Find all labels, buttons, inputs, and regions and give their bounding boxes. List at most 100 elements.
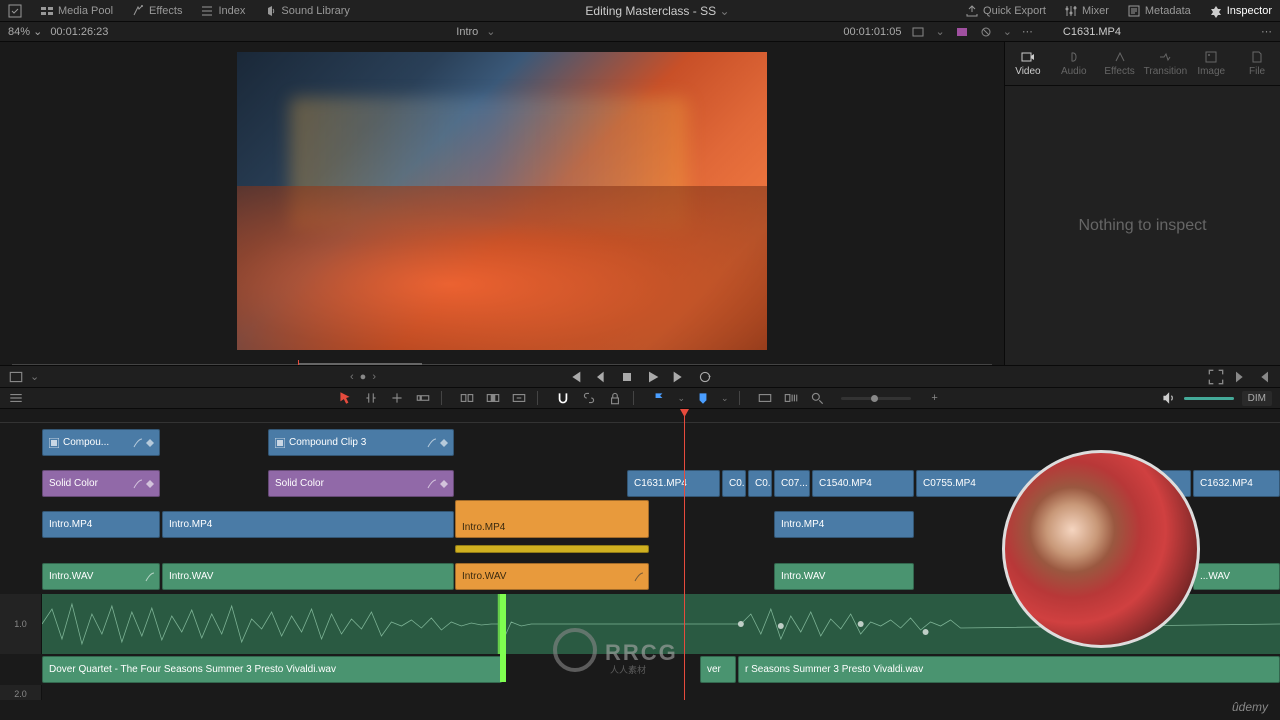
flag-dropdown-icon[interactable]: ⌄ [677, 393, 685, 404]
zoom-slider[interactable] [841, 397, 911, 400]
stop-button[interactable] [619, 369, 635, 385]
flag-tool[interactable] [651, 390, 667, 406]
project-dropdown-icon[interactable]: ⌄ [719, 4, 729, 18]
sound-library-button[interactable]: Sound Library [255, 0, 358, 21]
replace-tool[interactable] [511, 390, 527, 406]
timeline-ruler[interactable] [0, 409, 1280, 423]
overwrite-tool[interactable] [485, 390, 501, 406]
go-last-button[interactable] [671, 369, 687, 385]
clip-compound-1[interactable]: Compou... [42, 429, 160, 456]
inspector-tab-image[interactable]: Image [1188, 42, 1234, 85]
clip-intro-v2[interactable]: Intro.MP4 [774, 511, 914, 538]
zoom-detail-icon[interactable] [783, 390, 799, 406]
clip-c0a[interactable]: C0... [722, 470, 746, 497]
timeline-dropdown-icon[interactable]: ⌄ [486, 25, 495, 38]
edit-point-handle[interactable] [500, 594, 506, 682]
viewer-mode-a-icon[interactable] [911, 25, 925, 39]
clip-intro-a2[interactable]: Intro.WAV [774, 563, 914, 590]
keyframe-icon [145, 479, 155, 489]
dynamic-trim-tool[interactable] [389, 390, 405, 406]
timeline-name[interactable]: Intro [456, 26, 478, 38]
inspector-ellipsis-icon[interactable]: ⋯ [1261, 25, 1272, 38]
resolve-menu[interactable] [0, 0, 30, 21]
match-frame-icon[interactable] [8, 369, 24, 385]
play-button[interactable] [645, 369, 661, 385]
viewer-canvas[interactable] [237, 52, 767, 350]
prev-frame-button[interactable] [593, 369, 609, 385]
clip-c1631[interactable]: C1631.MP4 [627, 470, 720, 497]
clip-intro-v1b[interactable]: Intro.MP4 [162, 511, 454, 538]
zoom-fit-icon[interactable] [757, 390, 773, 406]
bypass-icon[interactable] [979, 25, 993, 39]
mute-icon[interactable] [1160, 390, 1176, 406]
marker-tool[interactable] [695, 390, 711, 406]
fullscreen-icon[interactable] [1208, 369, 1224, 385]
blade-tool[interactable] [415, 390, 431, 406]
udemy-watermark: ûdemy [1232, 700, 1268, 714]
clip-dover-pre[interactable]: ver [700, 656, 736, 683]
clip-intro-a1c[interactable]: Intro.WAV [455, 563, 649, 590]
clip-intro-a1a[interactable]: Intro.WAV [42, 563, 160, 590]
prev-clip-icon[interactable] [1256, 369, 1272, 385]
inspector-tab-effects[interactable]: Effects [1097, 42, 1143, 85]
chevron-down-icon-2[interactable]: ⌄ [1003, 25, 1012, 38]
clip-dover[interactable]: Dover Quartet - The Four Seasons Summer … [42, 656, 502, 683]
clip-c0b[interactable]: C0... [748, 470, 772, 497]
ellipsis-icon[interactable]: ⋯ [1022, 25, 1033, 38]
index-icon [200, 4, 214, 18]
selection-tool[interactable] [337, 390, 353, 406]
clip-wav-tail[interactable]: ...WAV [1193, 563, 1280, 590]
transition-tab-icon [1158, 50, 1172, 64]
insert-tool[interactable] [459, 390, 475, 406]
clip-dover-2[interactable]: r Seasons Summer 3 Presto Vivaldi.wav [738, 656, 1280, 683]
volume-slider[interactable] [1184, 397, 1234, 400]
viewer-mode-b-icon[interactable] [955, 25, 969, 39]
playhead[interactable] [684, 409, 685, 700]
inspector-tab-file[interactable]: File [1234, 42, 1280, 85]
clip-compound-3[interactable]: Compound Clip 3 [268, 429, 454, 456]
index-button[interactable]: Index [192, 0, 253, 21]
clip-intro-v1a[interactable]: Intro.MP4 [42, 511, 160, 538]
chevron-down-icon[interactable]: ⌄ [935, 25, 944, 38]
curve-icon [427, 438, 437, 448]
effects-button[interactable]: Effects [123, 0, 190, 21]
media-pool-button[interactable]: Media Pool [32, 0, 121, 21]
clip-solid-1[interactable]: Solid Color [42, 470, 160, 497]
clip-intro-a1b[interactable]: Intro.WAV [162, 563, 454, 590]
marker-dropdown-icon[interactable]: ⌄ [721, 393, 729, 404]
keyframe-icon [439, 438, 449, 448]
prev-marker-icon[interactable]: ‹ [350, 371, 354, 383]
loop-button[interactable] [697, 369, 713, 385]
zoom-custom-icon[interactable] [809, 390, 825, 406]
zoom-dropdown[interactable]: 84% ⌄ [8, 25, 42, 38]
snapping-toggle[interactable] [555, 390, 571, 406]
record-timecode[interactable]: 00:01:01:05 [843, 26, 901, 38]
link-toggle[interactable] [581, 390, 597, 406]
next-marker-icon[interactable]: › [372, 371, 376, 383]
next-clip-icon[interactable] [1232, 369, 1248, 385]
mixer-button[interactable]: Mixer [1056, 0, 1117, 21]
go-first-button[interactable] [567, 369, 583, 385]
source-timecode[interactable]: 00:01:26:23 [50, 26, 108, 38]
clip-solid-2[interactable]: Solid Color [268, 470, 454, 497]
inspector-button[interactable]: Inspector [1201, 0, 1280, 21]
inspector-tab-transition[interactable]: Transition [1142, 42, 1188, 85]
zoom-in-icon[interactable]: + [927, 390, 943, 406]
dim-button[interactable]: DIM [1242, 391, 1272, 406]
clip-c07[interactable]: C07... [774, 470, 810, 497]
clip-c1632[interactable]: C1632.MP4 [1193, 470, 1280, 497]
lock-toggle[interactable] [607, 390, 623, 406]
inspector-tab-audio[interactable]: Audio [1051, 42, 1097, 85]
inspector-tab-video[interactable]: Video [1005, 42, 1051, 85]
clip-c1540[interactable]: C1540.MP4 [812, 470, 914, 497]
quick-export-button[interactable]: Quick Export [957, 0, 1054, 21]
audio-tab-icon [1067, 50, 1081, 64]
trim-tool[interactable] [363, 390, 379, 406]
chevron-down-icon-3[interactable]: ⌄ [30, 370, 39, 383]
inspector-icon [1209, 4, 1223, 18]
audio-sync-marker[interactable] [455, 545, 649, 553]
metadata-button[interactable]: Metadata [1119, 0, 1199, 21]
marker-dot-icon[interactable]: ● [360, 371, 367, 383]
clip-intro-orange[interactable]: Intro.MP4 [455, 500, 649, 538]
timeline-options-icon[interactable] [8, 390, 24, 406]
